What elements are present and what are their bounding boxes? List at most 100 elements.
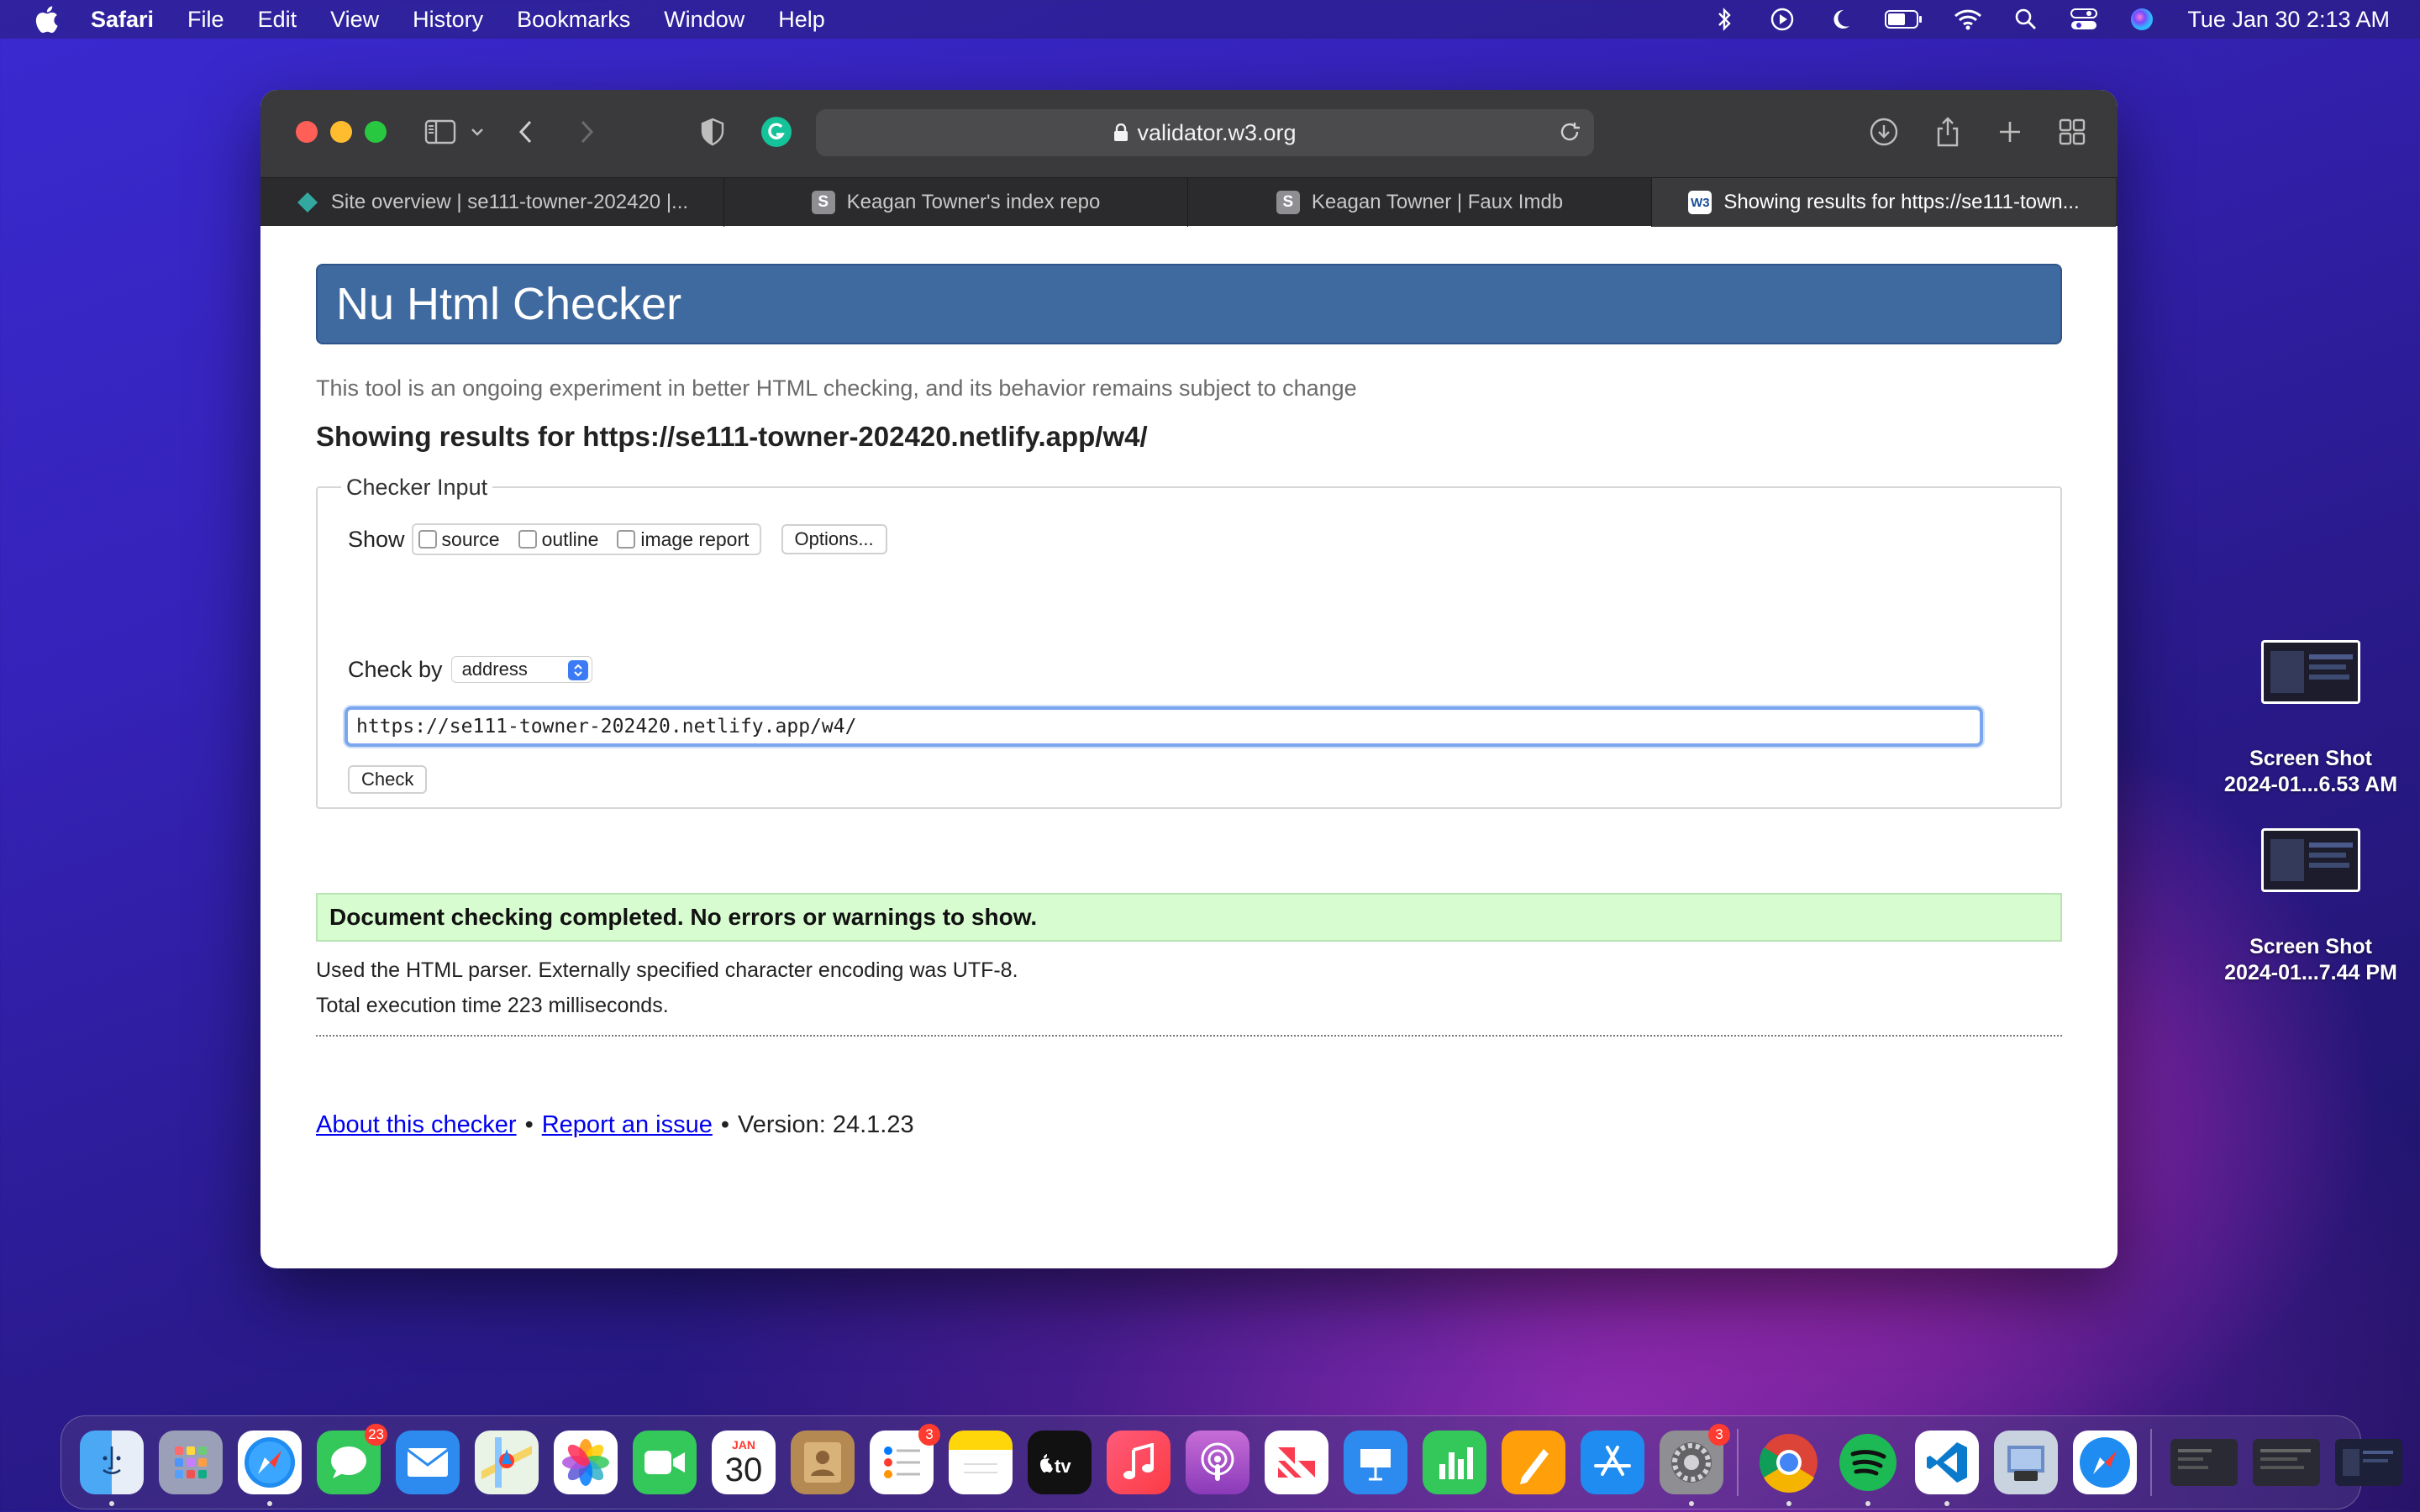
sidebar-icon[interactable] — [424, 115, 457, 149]
safari-secondary-icon[interactable] — [2073, 1431, 2137, 1494]
zoom-window-button[interactable] — [365, 121, 387, 143]
checkbox-box[interactable] — [418, 530, 437, 549]
control-center-icon[interactable] — [2069, 4, 2099, 34]
about-checker-link[interactable]: About this checker — [316, 1111, 517, 1139]
notes-icon[interactable] — [949, 1431, 1013, 1494]
status-area: Tue Jan 30 2:13 AM — [1681, 0, 2420, 39]
mail-icon[interactable] — [396, 1431, 460, 1494]
desktop-screenshot-1[interactable]: Screen Shot 2024-01...6.53 AM — [2210, 640, 2412, 798]
show-outline-checkbox[interactable]: outline — [518, 528, 598, 551]
checker-input-legend: Checker Input — [341, 475, 493, 501]
app-store-icon[interactable] — [1581, 1431, 1644, 1494]
forward-icon[interactable] — [570, 115, 603, 149]
bluetooth-icon[interactable] — [1709, 4, 1739, 34]
icon-label-line2: 2024-01...7.44 PM — [2224, 961, 2397, 984]
maps-icon[interactable] — [475, 1431, 539, 1494]
running-indicator — [1944, 1501, 1949, 1506]
wifi-icon[interactable] — [1953, 4, 1983, 34]
finder-icon[interactable] — [80, 1431, 144, 1506]
recent-window-thumbnail-2[interactable] — [2253, 1439, 2320, 1486]
pages-icon[interactable] — [1502, 1431, 1565, 1494]
spotlight-search-icon[interactable] — [2011, 4, 2041, 34]
news-icon[interactable] — [1265, 1431, 1328, 1494]
battery-icon[interactable] — [1883, 4, 1925, 34]
menu-view[interactable]: View — [330, 7, 379, 33]
siri-icon[interactable] — [2127, 4, 2157, 34]
dock-separator — [1737, 1429, 1739, 1496]
apple-tv-icon[interactable]: tv — [1028, 1431, 1092, 1494]
vscode-icon[interactable] — [1915, 1431, 1979, 1506]
menu-app-name[interactable]: Safari — [91, 7, 154, 33]
checkbox-label: source — [441, 528, 500, 550]
footer-separator: • — [524, 1111, 534, 1138]
back-icon[interactable] — [509, 115, 543, 149]
spotify-icon[interactable] — [1836, 1431, 1900, 1506]
apple-menu-icon[interactable] — [32, 5, 60, 34]
recent-window-thumbnail-3[interactable] — [2335, 1439, 2402, 1486]
calendar-icon[interactable]: JAN 30 — [712, 1431, 776, 1494]
check-by-value: address — [461, 659, 528, 680]
keynote-icon[interactable] — [1344, 1431, 1407, 1494]
address-text: validator.w3.org — [1137, 119, 1297, 145]
tab-faux-imdb[interactable]: S Keagan Towner | Faux Imdb — [1188, 178, 1652, 227]
address-bar[interactable]: validator.w3.org — [816, 109, 1594, 156]
tab-validator-results[interactable]: W3 Showing results for https://se111-tow… — [1652, 178, 2116, 227]
tab-site-overview[interactable]: Site overview | se111-towner-202420 |... — [260, 178, 724, 227]
menu-history[interactable]: History — [413, 7, 483, 33]
netlify-icon — [296, 191, 319, 214]
podcasts-icon[interactable] — [1186, 1431, 1249, 1494]
music-icon[interactable] — [1107, 1431, 1171, 1494]
show-options-group: source outline image report — [411, 523, 761, 555]
check-by-label: Check by — [348, 656, 443, 682]
photos-icon[interactable] — [554, 1431, 618, 1494]
launchpad-icon[interactable] — [159, 1431, 223, 1494]
downloads-icon[interactable] — [1867, 115, 1901, 149]
privacy-shield-icon[interactable] — [696, 115, 729, 149]
show-label: Show — [348, 526, 405, 552]
menu-window[interactable]: Window — [664, 7, 744, 33]
show-source-checkbox[interactable]: source — [418, 528, 500, 551]
safari-window: validator.w3.org Site overview | se111-t… — [260, 90, 2118, 1268]
reload-icon[interactable] — [1557, 119, 1582, 150]
menu-file[interactable]: File — [187, 7, 224, 33]
facetime-icon[interactable] — [633, 1431, 697, 1494]
new-tab-icon[interactable] — [1993, 115, 2027, 149]
now-playing-icon[interactable] — [1767, 4, 1797, 34]
chrome-icon[interactable] — [1757, 1431, 1821, 1506]
menu-edit[interactable]: Edit — [258, 7, 297, 33]
reminders-icon[interactable]: 3 — [870, 1424, 940, 1494]
options-button[interactable]: Options... — [781, 524, 887, 554]
system-settings-icon[interactable]: 3 — [1660, 1424, 1730, 1506]
tab-title: Showing results for https://se111-town..… — [1723, 191, 2080, 213]
menu-help[interactable]: Help — [778, 7, 825, 33]
dock-separator — [2150, 1429, 2152, 1496]
close-window-button[interactable] — [296, 121, 318, 143]
grammarly-extension-icon[interactable] — [760, 115, 793, 149]
tab-overview-icon[interactable] — [2055, 115, 2089, 149]
check-by-row: Check by address — [348, 656, 592, 683]
checkbox-box[interactable] — [518, 530, 537, 549]
check-by-select[interactable]: address — [450, 656, 592, 683]
numbers-icon[interactable] — [1423, 1431, 1486, 1494]
recent-window-thumbnail-1[interactable] — [2170, 1439, 2238, 1486]
desktop-screenshot-2[interactable]: Screen Shot 2024-01...7.44 PM — [2210, 828, 2412, 986]
clock[interactable]: Tue Jan 30 2:13 AM — [2187, 7, 2390, 33]
window-controls — [296, 121, 399, 143]
focus-moon-icon[interactable] — [1825, 4, 1855, 34]
safari-icon[interactable] — [238, 1431, 302, 1506]
messages-icon[interactable]: 23 — [317, 1424, 387, 1494]
version-text: Version: 24.1.23 — [738, 1111, 914, 1138]
contacts-icon[interactable] — [791, 1431, 855, 1494]
check-button[interactable]: Check — [348, 765, 428, 794]
dock: 23 JAN 30 3 tv 3 — [60, 1415, 2402, 1509]
checkbox-box[interactable] — [617, 530, 636, 549]
show-image-report-checkbox[interactable]: image report — [617, 528, 750, 551]
chevron-down-icon[interactable] — [460, 115, 494, 149]
menu-bookmarks[interactable]: Bookmarks — [517, 7, 630, 33]
preview-icon[interactable] — [1994, 1431, 2058, 1494]
tab-index-repo[interactable]: S Keagan Towner's index repo — [724, 178, 1188, 227]
minimize-window-button[interactable] — [330, 121, 352, 143]
share-icon[interactable] — [1931, 115, 1965, 149]
report-issue-link[interactable]: Report an issue — [542, 1111, 713, 1139]
url-input[interactable]: https://se111-towner-202420.netlify.app/… — [345, 706, 1983, 747]
